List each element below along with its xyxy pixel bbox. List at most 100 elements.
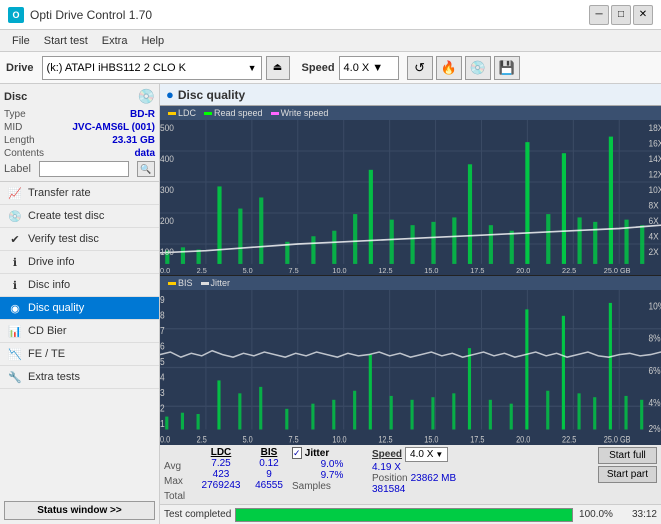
svg-text:6: 6: [160, 340, 165, 352]
menu-bar: File Start test Extra Help: [0, 30, 661, 52]
bis-color: [168, 282, 176, 285]
svg-text:17.5: 17.5: [470, 266, 484, 275]
svg-text:2X: 2X: [648, 247, 658, 257]
nav-drive-info[interactable]: ℹ Drive info: [0, 251, 159, 274]
avg-label: Avg: [164, 461, 196, 472]
progress-section: Test completed 100.0% 33:12: [160, 504, 661, 524]
nav-verify-test-disc[interactable]: ✔ Verify test disc: [0, 228, 159, 251]
svg-text:2.5: 2.5: [197, 266, 207, 275]
maximize-button[interactable]: □: [611, 5, 631, 25]
fe-te-icon: 📉: [8, 347, 22, 361]
nav-verify-test-disc-label: Verify test disc: [28, 233, 99, 245]
svg-text:14X: 14X: [648, 154, 661, 164]
svg-text:17.5: 17.5: [470, 435, 485, 445]
ldc-max: 423: [196, 469, 246, 480]
title-bar: O Opti Drive Control 1.70 ─ □ ✕: [0, 0, 661, 30]
disc-contents-row: Contents data: [4, 148, 155, 159]
svg-text:0.0: 0.0: [160, 435, 171, 445]
save-button[interactable]: 💾: [494, 56, 520, 80]
nav-disc-quality[interactable]: ◉ Disc quality: [0, 297, 159, 320]
ldc-header: LDC: [196, 447, 246, 458]
svg-text:2.5: 2.5: [197, 435, 208, 445]
nav-cd-bier[interactable]: 📊 CD Bier: [0, 320, 159, 343]
ldc-avg: 7.25: [196, 458, 246, 469]
svg-text:10.0: 10.0: [332, 266, 346, 275]
svg-text:7: 7: [160, 324, 165, 336]
right-panel: ● Disc quality LDC Read speed Write spee…: [160, 84, 661, 524]
nav-transfer-rate[interactable]: 📈 Transfer rate: [0, 182, 159, 205]
svg-text:8%: 8%: [648, 332, 660, 344]
svg-text:9: 9: [160, 293, 165, 305]
bottom-chart: 9 8 7 6 5 4 3 2 1 10% 8% 6% 4% 2% 0.0: [160, 290, 661, 445]
contents-value: data: [134, 148, 155, 159]
disc-type-row: Type BD-R: [4, 109, 155, 120]
position-value: 23862 MB: [411, 473, 457, 484]
minimize-button[interactable]: ─: [589, 5, 609, 25]
eject-button[interactable]: ⏏: [266, 56, 290, 80]
nav-fe-te-label: FE / TE: [28, 348, 65, 360]
menu-help[interactable]: Help: [135, 33, 170, 49]
svg-text:10X: 10X: [648, 185, 661, 195]
bis-max: 9: [246, 469, 292, 480]
jitter-checkbox[interactable]: ✓: [292, 447, 302, 459]
disc-info-icon: ℹ: [8, 278, 22, 292]
speed-dropdown[interactable]: 4.0 X ▼: [405, 447, 448, 462]
start-part-button[interactable]: Start part: [598, 466, 657, 483]
svg-text:16X: 16X: [648, 138, 661, 148]
svg-text:25.0 GB: 25.0 GB: [604, 266, 631, 275]
svg-text:10.0: 10.0: [332, 435, 347, 445]
disc-button[interactable]: 💿: [465, 56, 491, 80]
nav-extra-tests-label: Extra tests: [28, 371, 80, 383]
svg-text:22.5: 22.5: [562, 435, 577, 445]
disc-label-row: Label 🔍: [4, 161, 155, 177]
refresh-button[interactable]: ↺: [407, 56, 433, 80]
speed-dropdown-value: 4.0 X: [410, 449, 433, 460]
extra-tests-icon: 🔧: [8, 370, 22, 384]
legend-read: Read speed: [204, 108, 263, 118]
nav-fe-te[interactable]: 📉 FE / TE: [0, 343, 159, 366]
disc-section-title: Disc: [4, 91, 27, 103]
drive-select-arrow: ▼: [248, 63, 257, 73]
disc-icon: 💿: [138, 88, 155, 105]
eject-icon: ⏏: [273, 62, 282, 73]
drive-select[interactable]: (k:) ATAPI iHBS112 2 CLO K ▼: [42, 56, 262, 80]
label-search-button[interactable]: 🔍: [137, 161, 155, 177]
burn-button[interactable]: 🔥: [436, 56, 462, 80]
jitter-header: Jitter: [304, 448, 331, 459]
ldc-total: 2769243: [196, 480, 246, 491]
svg-text:15.0: 15.0: [424, 435, 439, 445]
nav-disc-info[interactable]: ℹ Disc info: [0, 274, 159, 297]
jitter-avg: 9.0%: [292, 459, 372, 470]
menu-start-test[interactable]: Start test: [38, 33, 94, 49]
nav-extra-tests[interactable]: 🔧 Extra tests: [0, 366, 159, 389]
status-window-button[interactable]: Status window >>: [4, 501, 155, 520]
ldc-col: LDC 7.25 423 2769243: [196, 447, 246, 491]
start-full-button[interactable]: Start full: [598, 447, 657, 464]
main-area: Disc 💿 Type BD-R MID JVC-AMS6L (001) Len…: [0, 84, 661, 524]
svg-text:7.5: 7.5: [289, 266, 299, 275]
speed-dropdown-arrow: ▼: [435, 450, 443, 459]
mid-label: MID: [4, 122, 22, 133]
menu-file[interactable]: File: [6, 33, 36, 49]
top-legend: LDC Read speed Write speed: [160, 106, 661, 120]
progress-bar-fill: [236, 509, 572, 521]
drive-bar: Drive (k:) ATAPI iHBS112 2 CLO K ▼ ⏏ Spe…: [0, 52, 661, 84]
row-labels-col: Avg Max Total: [164, 447, 196, 502]
close-button[interactable]: ✕: [633, 5, 653, 25]
label-input[interactable]: [39, 161, 129, 177]
svg-text:1: 1: [160, 417, 165, 429]
progress-percent: 100.0%: [577, 509, 615, 520]
chart-header-icon: ●: [166, 87, 174, 102]
transfer-rate-icon: 📈: [8, 186, 22, 200]
jitter-color: [201, 282, 209, 285]
svg-text:12X: 12X: [648, 169, 661, 179]
label-label: Label: [4, 163, 31, 175]
legend-ldc: LDC: [168, 108, 196, 118]
svg-text:0.0: 0.0: [160, 266, 170, 275]
nav-create-test-disc[interactable]: 💿 Create test disc: [0, 205, 159, 228]
speed-header: Speed: [372, 449, 402, 460]
disc-mid-row: MID JVC-AMS6L (001): [4, 122, 155, 133]
speed-select[interactable]: 4.0 X ▼: [339, 56, 399, 80]
menu-extra[interactable]: Extra: [96, 33, 134, 49]
action-buttons-col: Start full Start part: [594, 447, 657, 483]
